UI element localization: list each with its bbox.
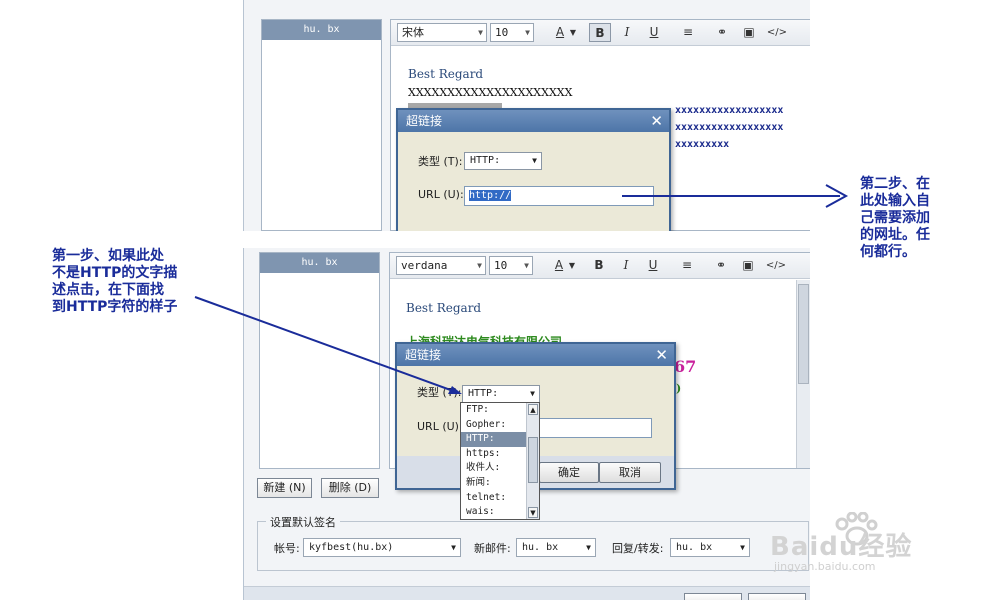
step1-arrow-line	[194, 296, 457, 393]
watermark-brand: Baidu经验	[770, 532, 913, 562]
baidu-watermark: Baidu经验 jingyan.baidu.com	[770, 512, 970, 573]
watermark-url: jingyan.baidu.com	[774, 560, 876, 573]
step1-arrow-head	[448, 386, 462, 394]
